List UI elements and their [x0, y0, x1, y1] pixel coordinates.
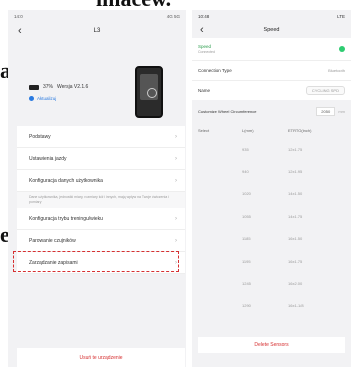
- column-length: L(mm): [242, 127, 254, 133]
- menu-item-basics[interactable]: Podstawy ›: [17, 126, 185, 148]
- table-row[interactable]: 1185 16x1.50: [192, 228, 351, 250]
- name-value[interactable]: CYCLING SPD: [305, 86, 345, 95]
- cell-length: 1055: [242, 213, 251, 219]
- sensor-row: Speed Connected: [192, 38, 351, 60]
- cell-etrto: 12x1.95: [288, 169, 303, 175]
- connection-type-value: Bluetooth: [328, 68, 345, 73]
- page-title: L3: [93, 28, 101, 34]
- firmware-version: Wersja V2.1.6: [57, 84, 89, 90]
- chevron-right-icon: ›: [175, 177, 177, 184]
- table-row[interactable]: 1290 16x1-1/8: [192, 295, 351, 317]
- cell-etrto: 12x1.75: [288, 146, 303, 152]
- wheel-table: 935 12x1.75 940 12x1.95 1020 14x1.50 1055 14…: [192, 138, 351, 317]
- left-phone-screen: 14:0 4G 5G ‹ L3 37% Wersja V2.1.6 Aktual…: [8, 10, 186, 367]
- update-link[interactable]: Aktualizuj: [29, 96, 56, 101]
- chevron-right-icon: ›: [175, 237, 177, 244]
- status-time: 10:48: [198, 13, 210, 19]
- cell-length: 935: [242, 146, 249, 152]
- menu-item-label: Parowanie czujników: [29, 237, 76, 244]
- device-card: 37% Wersja V2.1.6 Aktualizuj: [17, 54, 177, 118]
- cell-etrto: 16x1-1/8: [288, 303, 304, 309]
- menu-item-records[interactable]: Zarządzanie zapisami ›: [17, 252, 185, 274]
- delete-sensors-button[interactable]: Delete Sensors: [198, 337, 345, 353]
- menu-item-label: Zarządzanie zapisami: [29, 259, 78, 266]
- chevron-right-icon: ›: [175, 215, 177, 222]
- table-row[interactable]: 935 12x1.75: [192, 138, 351, 160]
- menu-note: Dane użytkownika, jednostki miary, rozmi…: [17, 192, 185, 208]
- table-row[interactable]: 1195 16x1.75: [192, 250, 351, 272]
- nav-bar: ‹ Speed: [192, 22, 351, 38]
- status-bar: 10:48 LTE: [192, 10, 351, 22]
- sensor-status: Connected: [198, 50, 215, 54]
- update-label: Aktualizuj: [37, 96, 57, 101]
- wheel-circumference-label: Customize Wheel Circumference: [198, 108, 257, 114]
- connection-type-row: Connection Type Bluetooth: [192, 60, 351, 80]
- connected-icon: [339, 46, 345, 52]
- status-bar: 14:0 4G 5G: [8, 10, 186, 22]
- cell-etrto: 16x1.75: [288, 258, 303, 264]
- cell-length: 1290: [242, 303, 251, 309]
- status-indicators: 4G 5G: [166, 13, 180, 19]
- menu-item-training-mode[interactable]: Konfiguracja trybu treningu/wieku ›: [17, 208, 185, 230]
- nav-bar: ‹ L3: [8, 22, 186, 40]
- menu-item-label: Podstawy: [29, 133, 51, 140]
- right-phone-screen: 10:48 LTE ‹ Speed Speed Connected Connec…: [192, 10, 351, 367]
- chevron-right-icon: ›: [175, 259, 177, 266]
- wheel-table-header: Select L(mm) ETRTO(inch): [192, 122, 351, 138]
- status-indicators: LTE: [337, 13, 345, 19]
- info-icon: [29, 96, 34, 101]
- wheel-circumference-unit: mm: [338, 108, 345, 114]
- menu-item-label: Konfiguracja trybu treningu/wieku: [29, 215, 103, 222]
- cell-etrto: 14x1.75: [288, 213, 303, 219]
- chevron-right-icon: ›: [175, 155, 177, 162]
- remove-device-button[interactable]: Usuń te urządzenie: [17, 348, 185, 367]
- sensor-name-row: Name CYCLING SPD: [192, 80, 351, 100]
- table-row[interactable]: 1020 14x1.50: [192, 183, 351, 205]
- column-select: Select: [198, 127, 210, 133]
- wheel-circumference-input[interactable]: 2050: [316, 106, 336, 116]
- cell-etrto: 16x1.50: [288, 236, 303, 242]
- settings-menu: Podstawy › Ustawienia jazdy › Konfigurac…: [17, 126, 185, 274]
- cell-length: 940: [242, 169, 249, 175]
- menu-item-ride-settings[interactable]: Ustawienia jazdy ›: [17, 148, 185, 170]
- wheel-circumference-row: Customize Wheel Circumference 2050 mm: [192, 100, 351, 122]
- chevron-right-icon: ›: [175, 133, 177, 140]
- device-info: 37% Wersja V2.1.6: [29, 84, 88, 90]
- name-label: Name: [198, 88, 211, 93]
- table-row[interactable]: 1245 16x2.00: [192, 272, 351, 294]
- cell-etrto: 16x2.00: [288, 281, 303, 287]
- menu-item-user-data[interactable]: Konfiguracja danych użytkownika ›: [17, 170, 185, 192]
- cell-length: 1195: [242, 258, 251, 264]
- device-image: [135, 66, 163, 118]
- column-etrto: ETRTO(inch): [288, 127, 312, 133]
- device-screen: [140, 74, 158, 100]
- battery-level: 37%: [43, 84, 54, 90]
- battery-icon: [29, 84, 39, 90]
- status-time: 14:0: [14, 13, 23, 19]
- table-row[interactable]: 1055 14x1.75: [192, 205, 351, 227]
- connection-type-label: Connection Type: [198, 68, 232, 73]
- cell-length: 1020: [242, 191, 251, 197]
- device-dial: [147, 88, 157, 98]
- cell-etrto: 14x1.50: [288, 191, 303, 197]
- menu-item-sensor-pairing[interactable]: Parowanie czujników ›: [17, 230, 185, 252]
- cell-length: 1245: [242, 281, 251, 287]
- cell-length: 1185: [242, 236, 251, 242]
- table-row[interactable]: 940 12x1.95: [192, 160, 351, 182]
- page-title: Speed: [263, 27, 280, 33]
- menu-item-label: Ustawienia jazdy: [29, 155, 67, 162]
- menu-item-label: Konfiguracja danych użytkownika: [29, 177, 103, 184]
